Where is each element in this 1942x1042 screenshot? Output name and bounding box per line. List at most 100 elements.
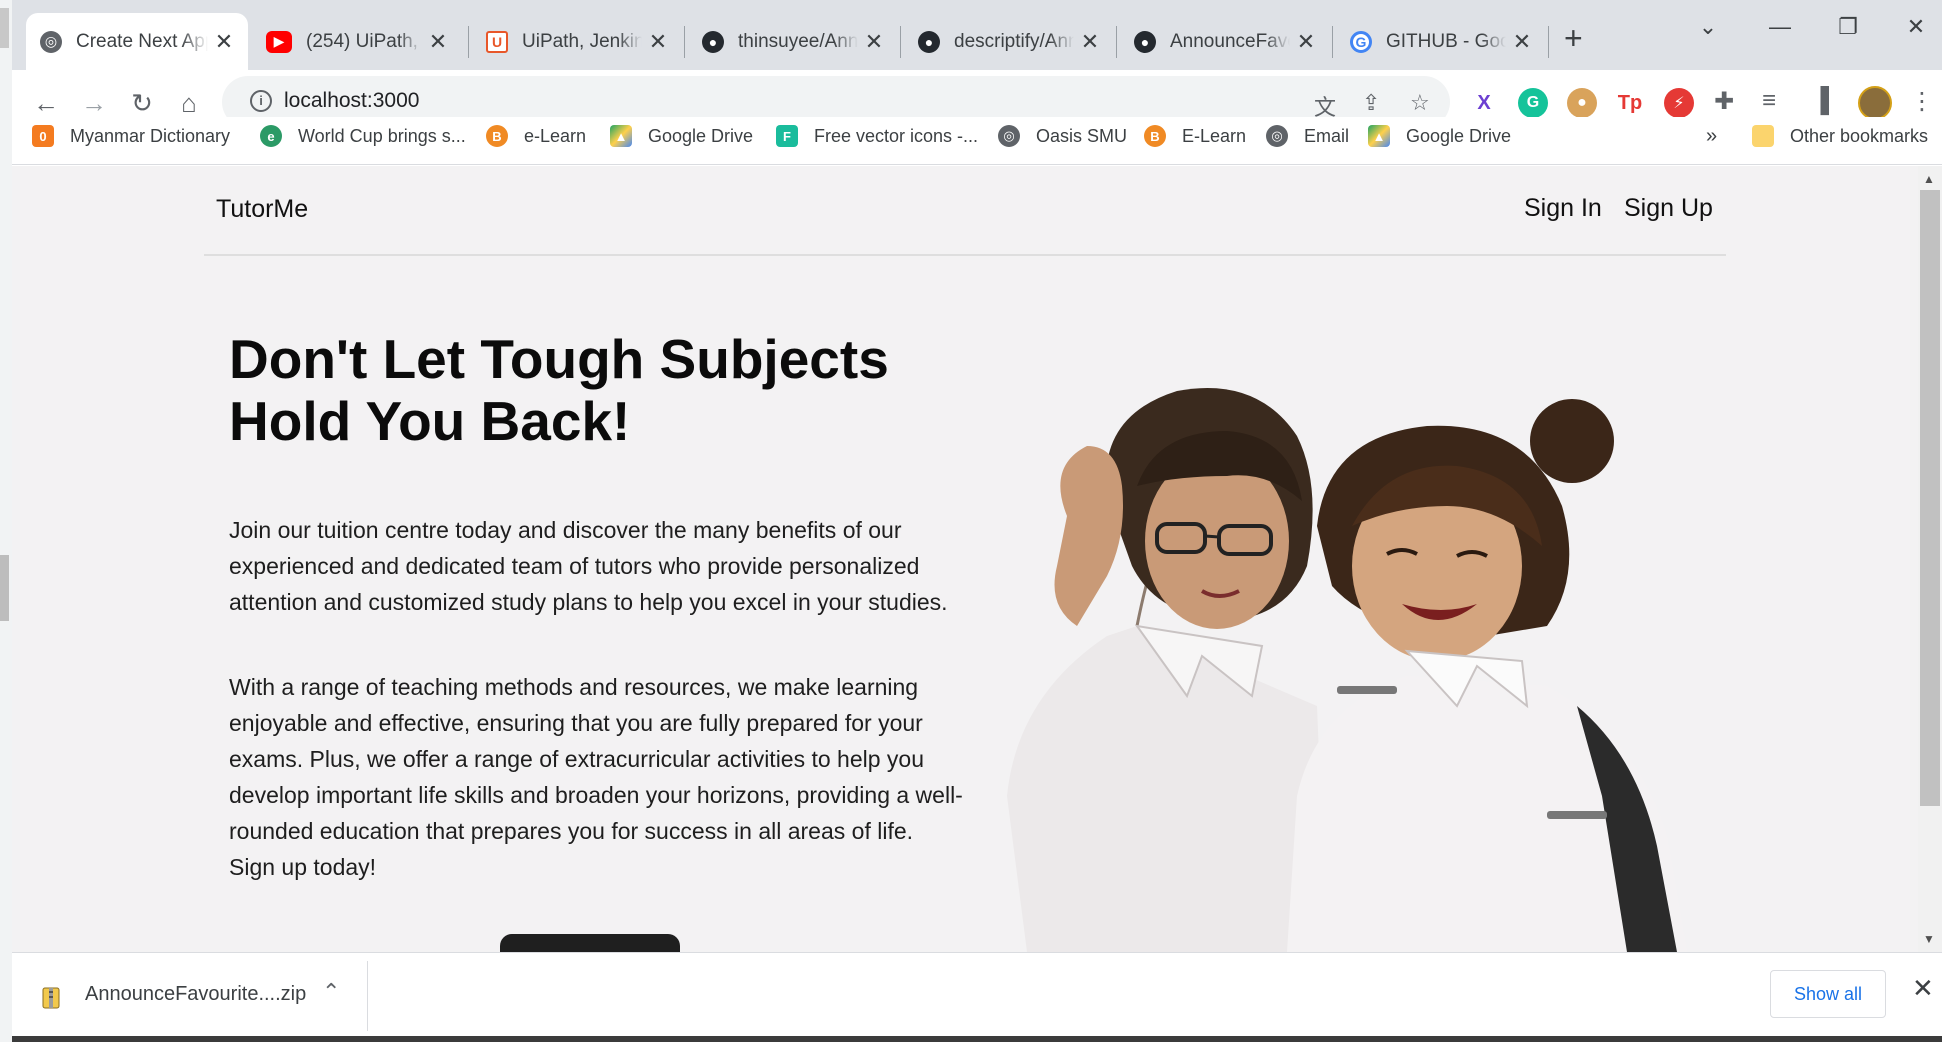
show-all-downloads-button[interactable]: Show all	[1770, 970, 1886, 1018]
sign-up-link[interactable]: Sign Up	[1624, 194, 1713, 223]
cookie-icon[interactable]: ●	[1567, 88, 1597, 118]
download-item[interactable]: AnnounceFavourite....zip ⌃	[12, 961, 368, 1031]
page-scrollbar[interactable]: ▲ ▼	[1918, 166, 1942, 952]
globe-icon: ◎	[1266, 125, 1288, 147]
github-icon: ●	[918, 30, 940, 53]
bookmark-google-drive[interactable]: ▲ Google Drive	[610, 125, 753, 147]
zip-file-icon	[42, 987, 60, 1009]
bookmark-label: E-Learn	[1182, 125, 1247, 146]
uipath-icon: U	[486, 30, 508, 53]
url-text[interactable]: localhost:3000	[284, 89, 419, 113]
new-tab-button[interactable]: +	[1564, 20, 1583, 57]
scroll-up-arrow-icon[interactable]: ▲	[1923, 172, 1935, 186]
share-icon[interactable]: ⇪	[1362, 90, 1380, 116]
close-tab-icon[interactable]: ✕	[214, 29, 234, 55]
sign-in-link[interactable]: Sign In	[1524, 194, 1602, 223]
youtube-icon: ▶	[266, 30, 292, 53]
tab-title: descriptify/AnnounceFavourite	[954, 30, 1074, 52]
menu-kebab-icon[interactable]: ⋮	[1910, 87, 1934, 116]
close-tab-icon[interactable]: ✕	[648, 29, 668, 55]
hero-paragraph-2: With a range of teaching methods and res…	[229, 674, 963, 880]
bookmark-label: Myanmar Dictionary	[70, 125, 231, 146]
forward-icon[interactable]: →	[77, 86, 111, 120]
close-tab-icon[interactable]: ✕	[1512, 29, 1532, 55]
bookmark-e-learn-2[interactable]: B E-Learn	[1144, 125, 1246, 147]
globe-icon: ◎	[40, 30, 62, 53]
bookmark-free-vector-icons[interactable]: F Free vector icons -...	[776, 125, 978, 147]
other-bookmarks-folder[interactable]: ​ Other bookmarks	[1752, 125, 1928, 147]
home-icon[interactable]: ⌂	[172, 86, 206, 120]
tab-uipath[interactable]: U UiPath, Jenkins ✕	[472, 13, 682, 70]
bookmarks-overflow-button[interactable]: »	[1706, 125, 1717, 148]
restore-icon[interactable]: ❐	[1820, 14, 1876, 40]
taskbar-edge	[12, 1036, 1942, 1042]
bookmarks-bar: 0 Myanmar Dictionary e World Cup brings …	[12, 117, 1942, 165]
minimize-icon[interactable]: —	[1752, 14, 1808, 40]
edge-icon: e	[260, 125, 282, 147]
tab-github-thinsuyee[interactable]: ● thinsuyee/AnnounceFavourite ✕	[688, 13, 898, 70]
close-tab-icon[interactable]: ✕	[864, 29, 884, 55]
hero-cta-button[interactable]	[500, 934, 680, 952]
bookmark-label: Email	[1304, 125, 1350, 146]
tab-github-announcefavourite[interactable]: ● AnnounceFavourite ✕	[1120, 13, 1330, 70]
hero-title-line-2: Hold You Back!	[229, 390, 631, 452]
back-icon[interactable]: ←	[29, 86, 63, 120]
desktop-edge	[0, 0, 12, 1042]
close-tab-icon[interactable]: ✕	[428, 29, 448, 55]
tab-github-descriptify[interactable]: ● descriptify/AnnounceFavourite ✕	[904, 13, 1114, 70]
download-file-name: AnnounceFavourite....zip	[85, 983, 307, 1005]
tab-title: UiPath, Jenkins	[522, 30, 642, 52]
close-tab-icon[interactable]: ✕	[1296, 29, 1316, 55]
bookmark-e-learn[interactable]: B e-Learn	[486, 125, 586, 147]
bookmark-google-drive-2[interactable]: ▲ Google Drive	[1368, 125, 1511, 147]
close-window-icon[interactable]: ✕	[1888, 14, 1942, 40]
bookmark-world-cup[interactable]: e World Cup brings s...	[260, 125, 466, 147]
grammarly-icon[interactable]: G	[1518, 88, 1548, 118]
tab-google-search[interactable]: G GITHUB - Google Search ✕	[1336, 13, 1546, 70]
tab-title: GITHUB - Google Search	[1386, 30, 1506, 52]
side-panel-icon[interactable]: ▐	[1812, 87, 1829, 115]
github-icon: ●	[1134, 30, 1156, 53]
scroll-down-arrow-icon[interactable]: ▼	[1923, 932, 1935, 946]
tab-strip: ◎ Create Next App ✕ ▶ (254) UiPath, Jenk…	[12, 0, 1942, 70]
globe-icon: ◎	[998, 125, 1020, 147]
github-icon: ●	[702, 30, 724, 53]
scrollbar-thumb[interactable]	[1920, 190, 1940, 806]
brand-logo[interactable]: TutorMe	[216, 195, 308, 224]
profile-avatar[interactable]	[1858, 86, 1892, 120]
bookmark-star-icon[interactable]: ☆	[1410, 90, 1430, 116]
bookmark-myanmar-dictionary[interactable]: 0 Myanmar Dictionary	[32, 125, 230, 147]
reload-icon[interactable]: ↻	[125, 86, 159, 120]
tab-create-next-app[interactable]: ◎ Create Next App ✕	[26, 13, 248, 70]
chevron-up-icon[interactable]: ⌃	[322, 979, 340, 1005]
tp-extension-icon[interactable]: Tp	[1615, 88, 1645, 118]
bookmark-label: Google Drive	[648, 125, 754, 146]
site-navbar: TutorMe Sign In Sign Up	[204, 166, 1726, 256]
bookmark-oasis-smu[interactable]: ◎ Oasis SMU	[998, 125, 1127, 147]
tab-search-icon[interactable]: ⌄	[1680, 14, 1736, 40]
reading-list-icon[interactable]: ≡	[1762, 87, 1776, 115]
hero-students-image	[1007, 388, 1687, 952]
tab-youtube[interactable]: ▶ (254) UiPath, Jenkins ✕	[252, 13, 462, 70]
extension-x-icon[interactable]: X	[1469, 88, 1499, 118]
tab-title: thinsuyee/AnnounceFavourite	[738, 30, 858, 52]
google-icon: G	[1350, 30, 1372, 53]
bookmark-label: Google Drive	[1406, 125, 1512, 146]
site-info-icon[interactable]: i	[250, 90, 272, 112]
download-shelf: AnnounceFavourite....zip ⌃ Show all ✕	[12, 952, 1942, 1036]
bookmark-label: World Cup brings s...	[298, 125, 466, 146]
hero-title: Don't Let Tough Subjects Hold You Back!	[229, 328, 989, 452]
close-tab-icon[interactable]: ✕	[1080, 29, 1100, 55]
close-download-shelf-icon[interactable]: ✕	[1912, 973, 1934, 1004]
browser-window: ◎ Create Next App ✕ ▶ (254) UiPath, Jenk…	[0, 0, 1942, 1042]
bookmark-label: Oasis SMU	[1036, 125, 1128, 146]
blackboard-icon: B	[486, 125, 508, 147]
page-viewport: TutorMe Sign In Sign Up Don't Let Tough …	[12, 166, 1918, 952]
folder-icon: ​	[1752, 125, 1774, 147]
flash-extension-icon[interactable]: ⚡	[1664, 88, 1694, 118]
flaticon-icon: F	[776, 125, 798, 147]
google-drive-icon: ▲	[610, 125, 632, 147]
extensions-puzzle-icon[interactable]: ✚	[1714, 87, 1734, 116]
google-drive-icon: ▲	[1368, 125, 1390, 147]
bookmark-email[interactable]: ◎ Email	[1266, 125, 1349, 147]
